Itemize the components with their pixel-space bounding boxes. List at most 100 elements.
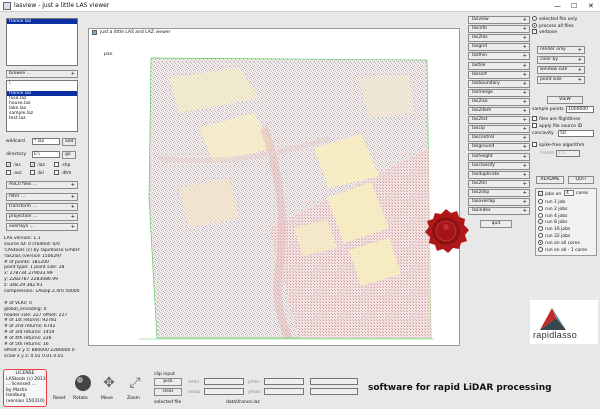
tool-las2tin[interactable]: las2tin +: [468, 179, 530, 188]
render-dropdown[interactable]: render only +: [537, 46, 585, 54]
sample-points-input[interactable]: 1000000: [566, 106, 594, 113]
option-radio[interactable]: [532, 22, 537, 28]
clear-button[interactable]: clear: [154, 388, 182, 396]
tool-lassort[interactable]: lassort +: [468, 70, 530, 79]
file-list-item[interactable]: test.laz: [7, 116, 77, 121]
jobs-checkbox[interactable]: ✓: [538, 191, 543, 196]
run-option[interactable]: run 1 job: [538, 199, 596, 206]
color-dropdown[interactable]: color by +: [537, 56, 585, 64]
filetype-option[interactable]: .bil: [30, 170, 44, 177]
run-option[interactable]: run on all cores: [538, 239, 596, 247]
run-radio[interactable]: [538, 212, 543, 218]
pick-button[interactable]: pick: [154, 378, 182, 386]
ascii-files-button[interactable]: ASCII files ... +: [6, 181, 78, 189]
filetype-checkbox[interactable]: ✓: [6, 162, 11, 167]
tool-las2shp[interactable]: las2shp +: [468, 188, 530, 197]
transform-button[interactable]: transform ... +: [6, 203, 78, 211]
filter-button[interactable]: filter ... +: [6, 193, 78, 201]
ymin-input[interactable]: [264, 378, 304, 385]
run-radio[interactable]: [538, 226, 543, 232]
tool-lasheight[interactable]: lasheight +: [468, 152, 530, 161]
tool-las2dem[interactable]: las2dem +: [468, 107, 530, 115]
file-browser-list[interactable]: \.. france.laz fusa.laz house.laz lake.laz sa…: [6, 80, 78, 132]
clip-field-b[interactable]: [310, 388, 358, 395]
run-option[interactable]: run 32 jobs: [538, 232, 596, 240]
xmax-input[interactable]: [204, 388, 244, 395]
directory-input[interactable]: E:\: [32, 151, 60, 158]
run-radio[interactable]: [538, 205, 543, 211]
list-item[interactable]: france.laz: [7, 19, 77, 24]
run-radio[interactable]: [538, 232, 543, 238]
run-option[interactable]: run 16 jobs: [538, 226, 596, 233]
run-radio[interactable]: [538, 199, 543, 204]
xmin-input[interactable]: [204, 378, 244, 385]
tool-lascip[interactable]: lascip +: [468, 125, 530, 134]
clip-field-a[interactable]: [310, 378, 358, 385]
tool-lasinfo[interactable]: lasinfo +: [468, 25, 530, 34]
tool-lascontrol[interactable]: lascontrol +: [468, 134, 530, 143]
source-id-option[interactable]: apply file source ID: [532, 123, 582, 130]
run-radio[interactable]: [538, 239, 543, 245]
tool-lasgrid[interactable]: lasgrid +: [468, 43, 530, 52]
point-cloud-canvas[interactable]: [89, 38, 459, 345]
go-button[interactable]: go: [62, 151, 76, 159]
run-radio[interactable]: [538, 219, 543, 225]
tool-lastile[interactable]: lastile +: [468, 61, 530, 70]
jobs-input[interactable]: 4: [564, 190, 574, 196]
filetype-checkbox[interactable]: [54, 162, 59, 167]
quit-button[interactable]: quit: [480, 220, 512, 228]
projection-button[interactable]: projection ... +: [6, 213, 78, 221]
tool-lasboundary[interactable]: lasboundary +: [468, 79, 530, 88]
run-radio[interactable]: [538, 246, 543, 252]
flightlines-checkbox[interactable]: [532, 116, 537, 121]
option-2[interactable]: verbose: [532, 29, 598, 36]
move-control[interactable]: ✥ Move: [98, 374, 120, 406]
close-button[interactable]: ✕: [588, 2, 594, 10]
overlays-button[interactable]: overlays ... +: [6, 223, 78, 231]
spike-free-option[interactable]: spike-free algorithm: [532, 142, 584, 149]
source-id-checkbox[interactable]: [532, 123, 537, 128]
browse-button[interactable]: browse ... +: [6, 70, 78, 78]
window-size-dropdown[interactable]: window size +: [537, 66, 585, 74]
freeze-input[interactable]: 1.5: [556, 150, 580, 157]
tool-lasmerge[interactable]: lasmerge +: [468, 88, 530, 97]
reset-control[interactable]: Reset: [52, 376, 68, 404]
filetype-option[interactable]: .asc: [6, 170, 22, 177]
spike-free-checkbox[interactable]: [532, 142, 537, 147]
tool-lasclassify[interactable]: lasclassify +: [468, 161, 530, 170]
tool-lasoverlap[interactable]: lasoverlap +: [468, 198, 530, 206]
filetype-option[interactable]: .shp: [54, 162, 70, 169]
filetype-option[interactable]: ✓ .laz: [30, 162, 45, 169]
concavity-input[interactable]: 50: [558, 130, 594, 137]
flightlines-option[interactable]: files are flightlines: [532, 116, 580, 123]
run-option[interactable]: run on all - 1 cores: [538, 246, 596, 254]
option-checkbox[interactable]: [532, 29, 537, 34]
filetype-checkbox[interactable]: [30, 170, 35, 175]
maximize-button[interactable]: ☐: [571, 2, 577, 10]
run-option[interactable]: run 4 jobs: [538, 212, 596, 220]
tool-lasview[interactable]: lasview +: [468, 16, 530, 24]
ymax-input[interactable]: [264, 388, 304, 395]
view-button[interactable]: VIEW: [547, 96, 583, 104]
filetype-option[interactable]: .dtm: [54, 170, 71, 177]
tool-lasground[interactable]: lasground +: [468, 143, 530, 152]
quit-main-button[interactable]: QUIT: [568, 176, 594, 184]
zoom-control[interactable]: ⤢ Zoom: [124, 374, 146, 406]
tool-lasthin[interactable]: lasthin +: [468, 52, 530, 61]
tool-lasduplicate[interactable]: lasduplicate +: [468, 170, 530, 179]
add-button[interactable]: add: [62, 138, 76, 146]
tool-las2iso[interactable]: las2iso +: [468, 97, 530, 106]
point-size-dropdown[interactable]: point size +: [537, 76, 585, 84]
filetype-option[interactable]: ✓ .las: [6, 162, 21, 169]
filetype-checkbox[interactable]: [54, 170, 59, 175]
tool-las2txt[interactable]: las2txt +: [468, 116, 530, 125]
filetype-checkbox[interactable]: [6, 170, 11, 175]
minimize-button[interactable]: —: [554, 2, 561, 10]
wildcard-input[interactable]: *.laz: [32, 138, 60, 145]
run-option[interactable]: run 8 jobs: [538, 219, 596, 226]
run-option[interactable]: run 2 jobs: [538, 205, 596, 213]
tool-las2las[interactable]: las2las +: [468, 34, 530, 43]
selected-files-list[interactable]: france.laz: [6, 18, 78, 66]
readme-button[interactable]: README: [536, 176, 564, 184]
rotate-control[interactable]: Rotate: [72, 374, 94, 406]
